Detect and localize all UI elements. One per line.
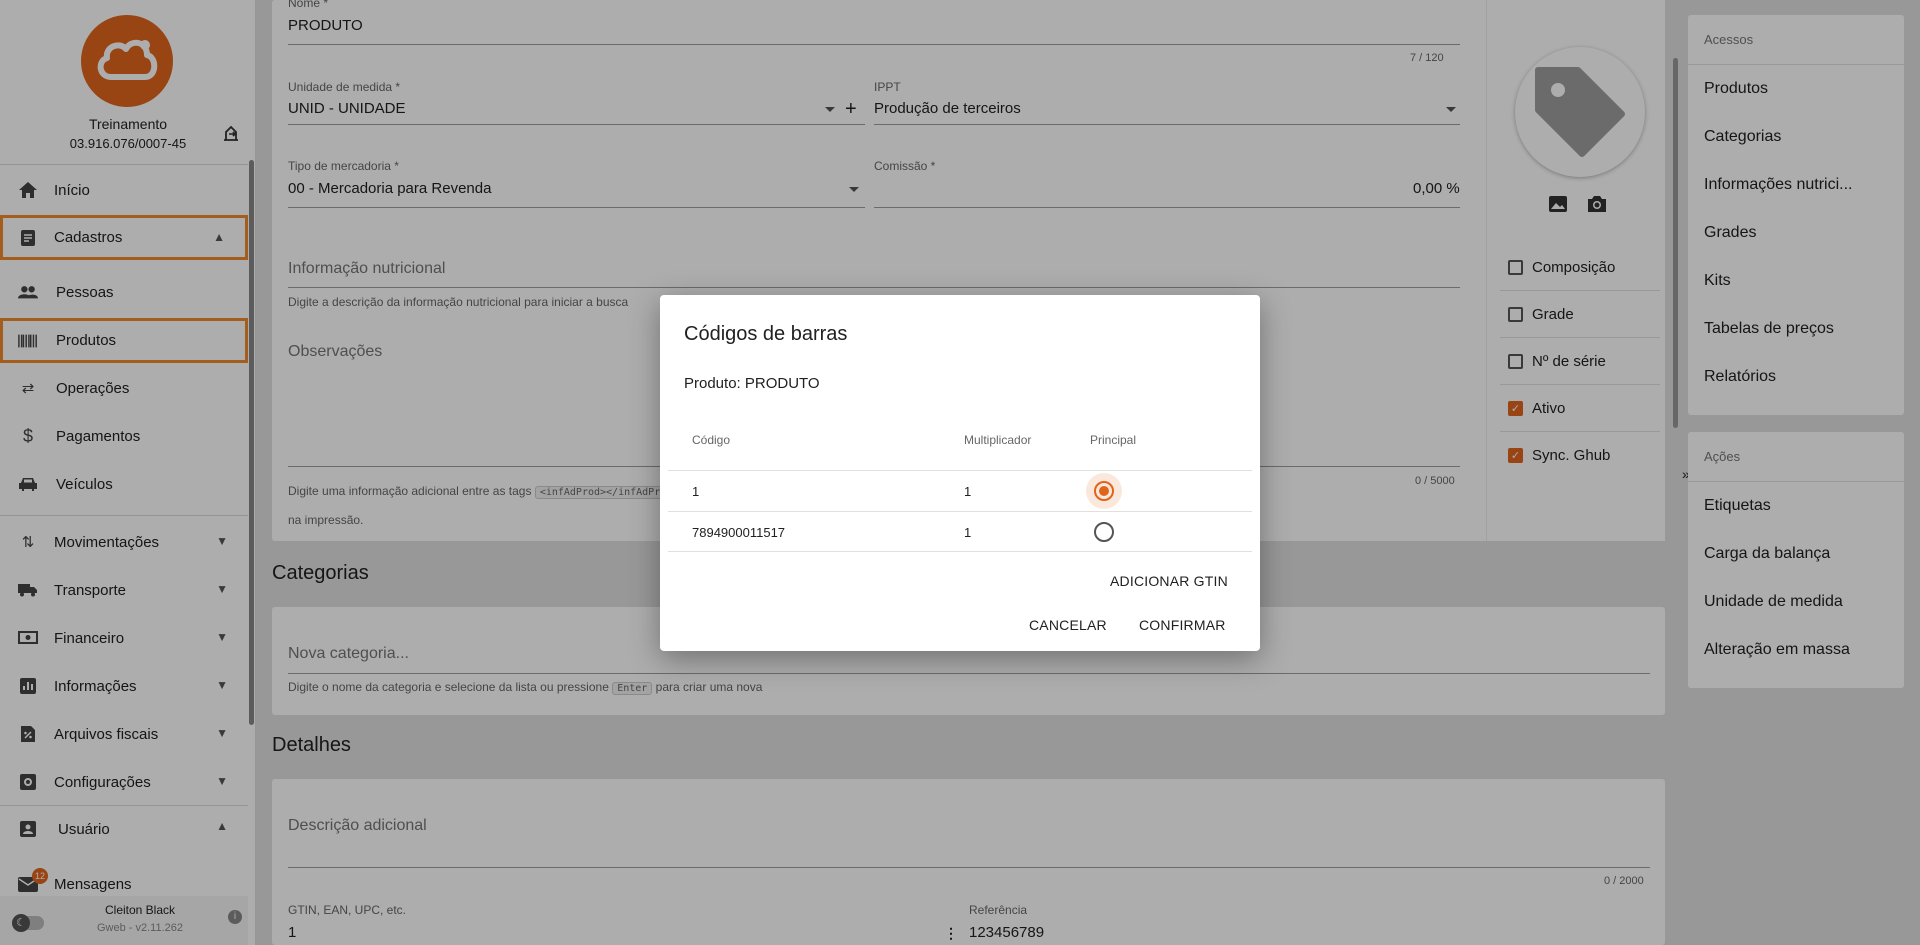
dialog-title: Códigos de barras (684, 323, 848, 345)
barcode-dialog: Códigos de barras Produto: PRODUTO Códig… (660, 295, 1260, 651)
codigo-cell: 1 (692, 484, 700, 499)
table-row[interactable]: 7894900011517 1 (668, 511, 1252, 552)
col-header-multiplicador: Multiplicador (964, 433, 1032, 447)
col-header-codigo: Código (692, 433, 731, 447)
multiplicador-cell: 1 (964, 484, 972, 499)
dialog-product-line: Produto: PRODUTO (684, 375, 820, 392)
add-gtin-button[interactable]: ADICIONAR GTIN (1110, 573, 1228, 589)
principal-radio[interactable] (1094, 522, 1114, 542)
principal-radio-selected[interactable] (1094, 481, 1114, 501)
cancel-button[interactable]: CANCELAR (1029, 617, 1107, 633)
col-header-principal: Principal (1090, 433, 1137, 447)
multiplicador-cell: 1 (964, 525, 972, 540)
table-row[interactable]: 1 1 (668, 470, 1252, 511)
confirm-button[interactable]: CONFIRMAR (1139, 617, 1226, 633)
codigo-cell: 7894900011517 (692, 525, 786, 540)
